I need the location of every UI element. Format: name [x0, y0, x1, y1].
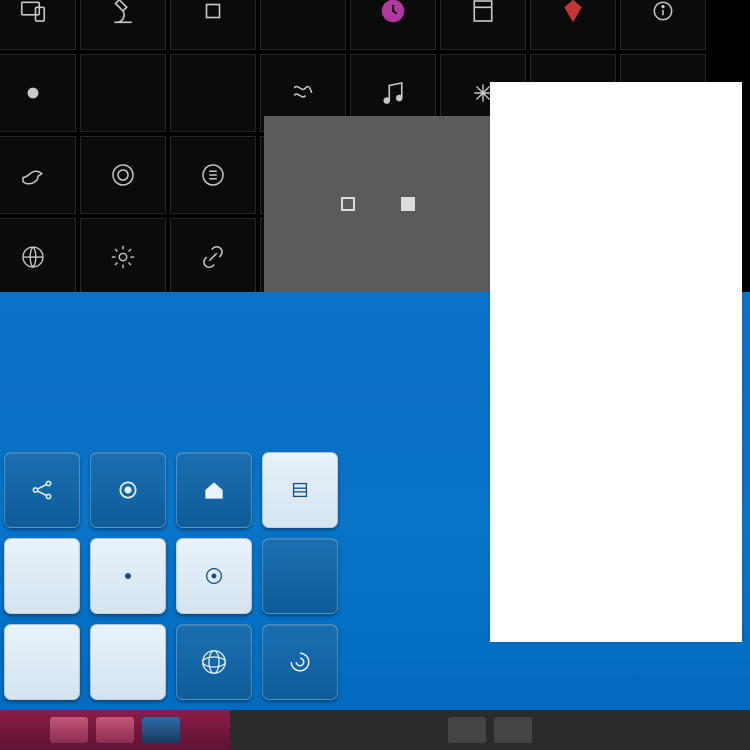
blank-tile[interactable] [170, 54, 256, 132]
tile-disc-badge [192, 554, 236, 598]
taskbar-thumb[interactable] [142, 717, 180, 743]
tile-mini[interactable] [90, 624, 166, 700]
microscope-icon[interactable] [80, 0, 166, 50]
blank-window[interactable] [490, 82, 742, 642]
tile-sphere[interactable] [176, 624, 252, 700]
link-icon[interactable] [170, 218, 256, 296]
tile-swirl[interactable] [262, 624, 338, 700]
info-icon[interactable] [620, 0, 706, 50]
overlay-panel[interactable] [264, 116, 492, 292]
clock-icon[interactable] [350, 0, 436, 50]
restore-marker-icon [341, 197, 355, 211]
tile-ring[interactable] [90, 452, 166, 528]
taskbar-accent-segment [0, 710, 230, 750]
gear-icon[interactable] [80, 218, 166, 296]
tile-blank[interactable] [262, 538, 338, 614]
taskbar-thumb[interactable] [50, 717, 88, 743]
tile-code-badge [20, 640, 64, 684]
tile-app[interactable] [262, 452, 338, 528]
stop-marker-icon [401, 197, 415, 211]
coin-icon[interactable] [170, 136, 256, 214]
tile-disc[interactable] [176, 538, 252, 614]
blank-tile[interactable] [260, 0, 346, 50]
frame-icon[interactable] [440, 0, 526, 50]
tile-app-badge [278, 468, 322, 512]
tile-home[interactable] [176, 452, 252, 528]
tile-text-badge [20, 554, 64, 598]
square-icon[interactable] [170, 0, 256, 50]
globe-icon[interactable] [0, 218, 76, 296]
blank-tile[interactable] [80, 54, 166, 132]
orb-icon[interactable] [0, 54, 76, 132]
tile-text[interactable] [4, 538, 80, 614]
tile-dot[interactable] [90, 538, 166, 614]
start-tile-grid [4, 452, 338, 700]
taskbar-apps-segment [230, 710, 750, 750]
tile-mini-badge [114, 648, 142, 676]
tile-share[interactable] [4, 452, 80, 528]
gem-icon[interactable] [530, 0, 616, 50]
bird-icon[interactable] [0, 136, 76, 214]
tile-dot-badge [106, 554, 150, 598]
taskbar-thumb[interactable] [494, 717, 532, 743]
taskbar-thumb[interactable] [448, 717, 486, 743]
devices-icon[interactable] [0, 0, 76, 50]
tile-code[interactable] [4, 624, 80, 700]
taskbar-thumb[interactable] [96, 717, 134, 743]
taskbar [0, 710, 750, 750]
seal-icon[interactable] [80, 136, 166, 214]
